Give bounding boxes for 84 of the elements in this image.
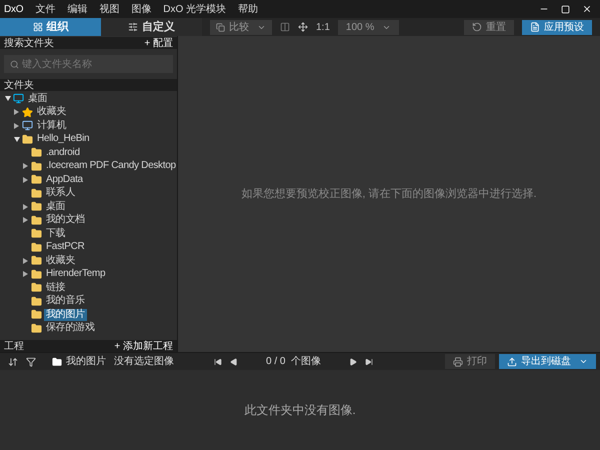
folder-tree-item[interactable]: HirenderTemp (44, 268, 108, 280)
folder-icon (31, 268, 42, 280)
first-image-icon[interactable] (214, 358, 222, 366)
folder-icon (31, 160, 42, 172)
app-logo: DxO (4, 2, 24, 16)
folder-icon (31, 282, 42, 294)
apply-preset-button[interactable]: 应用预设 (522, 20, 592, 34)
folder-icon (31, 174, 42, 186)
folder-tree-item[interactable]: 联系人 (44, 187, 78, 200)
desktop-icon (13, 93, 24, 104)
split-view-icon[interactable] (280, 22, 290, 32)
tab[interactable]: 自定义 (101, 18, 202, 36)
last-image-icon[interactable] (365, 358, 374, 366)
print-button[interactable]: 打印 (445, 354, 495, 369)
star-icon (22, 106, 33, 118)
menu-item[interactable]: 帮助 (238, 2, 258, 16)
folder-tree-item[interactable]: Hello_HeBin (35, 133, 92, 146)
folder-tree-item[interactable]: 我的文档 (44, 214, 87, 226)
folder-tree-item[interactable]: AppData (44, 174, 85, 186)
folder-tree-item[interactable]: 保存的游戏 (44, 322, 97, 334)
expand-arrow-icon[interactable] (14, 122, 19, 129)
sliders-icon (128, 22, 138, 32)
reset-button[interactable]: 重置 (464, 20, 514, 34)
folder-icon (31, 242, 42, 253)
folder-icon (22, 134, 33, 145)
previous-image-icon[interactable] (230, 358, 238, 366)
folder-tree-item[interactable]: 收藏夹 (44, 254, 78, 267)
folder-tree-item[interactable]: FastPCR (44, 241, 86, 254)
add-project-link[interactable]: + 添加新工程 (114, 338, 173, 354)
image-counter: 0 / 0 个图像 (266, 355, 322, 369)
menu-item[interactable]: 文件 (35, 2, 56, 16)
config-link[interactable]: + 配置 (144, 36, 173, 50)
viewer-message: 如果您想要预览校正图像, 请在下面的图像浏览器中进行选择. (241, 186, 537, 202)
copy-icon (216, 22, 225, 32)
folder-icon (31, 255, 42, 266)
caret-icon (579, 357, 588, 366)
folder-tree-item[interactable]: 计算机 (35, 120, 68, 132)
filter-icon[interactable] (26, 356, 36, 366)
grid-icon (32, 22, 42, 32)
folder-tree-item[interactable]: 桌面 (44, 200, 68, 213)
move-icon[interactable] (298, 22, 308, 32)
zoom-dropdown[interactable]: 100 % (338, 20, 400, 34)
history-icon (472, 22, 482, 32)
folder-icon (31, 296, 42, 307)
folder-icon (31, 214, 42, 226)
close-icon[interactable] (582, 4, 592, 14)
export-button[interactable]: 导出到磁盘 (499, 354, 596, 369)
folder-tree-item[interactable]: 链接 (44, 282, 68, 294)
folder-tree-item[interactable]: 我的音乐 (44, 295, 87, 308)
folder-icon (31, 147, 42, 158)
folder-icon (31, 188, 42, 199)
empty-folder-message: 此文件夹中没有图像. (244, 402, 356, 419)
tab[interactable]: 组织 (0, 18, 101, 36)
folder-icon (52, 356, 62, 366)
folder-icon (31, 201, 42, 212)
next-image-icon[interactable] (349, 358, 358, 366)
folder-search-field[interactable]: 键入文件夹名称 (4, 55, 173, 73)
folder-tree-item[interactable]: 桌面 (26, 92, 50, 105)
panel-title: 搜索文件夹 (4, 36, 54, 50)
menu-item[interactable]: 图像 (131, 2, 152, 16)
folder-icon (31, 309, 42, 320)
folder-tree-item[interactable]: 收藏夹 (35, 106, 68, 118)
sort-icon[interactable] (8, 356, 18, 366)
folder-tree-item[interactable]: .android (44, 146, 82, 159)
folder-tree-item[interactable]: 我的图片 (44, 308, 87, 321)
folder-tree-item[interactable]: .Icecream PDF Candy Desktop (44, 160, 178, 172)
panel-title: 文件夹 (4, 78, 34, 92)
ratio-button[interactable]: 1:1 (316, 20, 330, 34)
computer-icon (22, 120, 33, 132)
menu-item[interactable]: 视图 (99, 2, 120, 16)
selection-status: 没有选定图像 (114, 354, 174, 369)
folder-path: 我的图片 (66, 354, 106, 369)
maximize-icon[interactable] (561, 4, 570, 14)
panel-title: 工程 (4, 340, 24, 354)
search-icon (10, 60, 19, 68)
menu-item[interactable]: DxO 光学模块 (163, 2, 226, 16)
menu-item[interactable]: 编辑 (67, 2, 88, 16)
compare-button[interactable]: 比较 (210, 20, 272, 34)
export-icon (507, 356, 517, 366)
folder-tree-item[interactable]: 下载 (44, 228, 68, 240)
printer-icon (453, 356, 463, 366)
document-icon (530, 22, 540, 32)
folder-icon (31, 228, 42, 240)
folder-icon (31, 322, 42, 334)
